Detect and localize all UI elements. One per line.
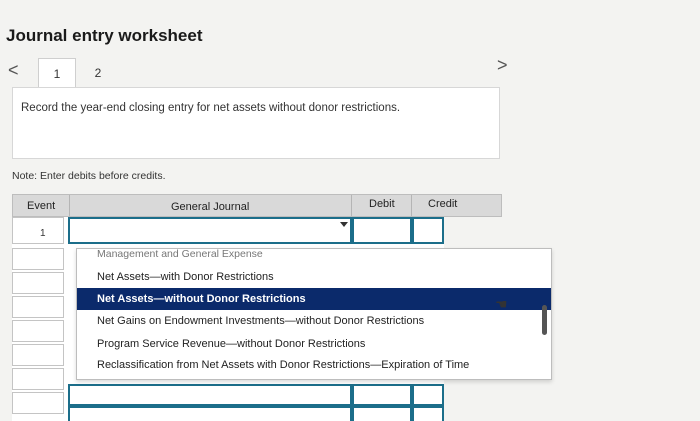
debit-input[interactable] [352, 217, 412, 244]
prev-arrow-icon[interactable]: < [8, 60, 19, 81]
dropdown-option[interactable]: Net Assets—with Donor Restrictions [77, 266, 551, 288]
note-text: Note: Enter debits before credits. [12, 170, 166, 182]
instruction-box: Record the year-end closing entry for ne… [12, 87, 500, 159]
account-select[interactable] [68, 384, 352, 406]
credit-input[interactable] [412, 384, 444, 406]
event-cell [12, 392, 64, 414]
account-select[interactable] [68, 406, 352, 421]
header-event: Event [27, 200, 56, 212]
event-cell [12, 344, 64, 366]
debit-input[interactable] [352, 384, 412, 406]
event-number: 1 [40, 228, 46, 239]
event-cell [12, 320, 64, 342]
dropdown-option[interactable]: Net Gains on Endowment Investments—witho… [77, 310, 551, 332]
header-credit: Credit [428, 198, 458, 210]
dropdown-option[interactable]: Net Assets—without Donor Restrictions [77, 288, 551, 310]
event-cell [12, 272, 64, 294]
header-divider [69, 195, 70, 216]
tab-2[interactable]: 2 [80, 58, 116, 88]
dropdown-option[interactable]: Program Service Revenue—without Donor Re… [77, 333, 551, 355]
page-title: Journal entry worksheet [6, 26, 203, 45]
header-divider [351, 195, 352, 216]
pointer-cursor-icon: ☚ [495, 296, 508, 312]
account-dropdown[interactable]: Management and General Expense Net Asset… [76, 248, 552, 380]
header-debit: Debit [369, 198, 395, 210]
chevron-down-icon[interactable] [340, 222, 348, 227]
table-header: Event General Journal Debit Credit [12, 194, 502, 217]
credit-input[interactable] [412, 406, 444, 421]
event-cell [12, 217, 64, 244]
event-cell [12, 368, 64, 390]
event-cell [12, 248, 64, 270]
event-cell [12, 296, 64, 318]
dropdown-option[interactable]: Reclassification from Net Assets with Do… [77, 354, 551, 376]
tab-1[interactable]: 1 [38, 58, 76, 89]
next-arrow-icon[interactable]: > [497, 55, 508, 76]
account-select[interactable] [68, 217, 352, 244]
header-divider [411, 195, 412, 216]
instruction-text: Record the year-end closing entry for ne… [21, 102, 401, 114]
header-general-journal: General Journal [171, 201, 250, 213]
debit-input[interactable] [352, 406, 412, 421]
credit-input[interactable] [412, 217, 444, 244]
dropdown-scrollbar[interactable] [542, 305, 547, 335]
dropdown-option[interactable]: Management and General Expense [77, 249, 551, 265]
